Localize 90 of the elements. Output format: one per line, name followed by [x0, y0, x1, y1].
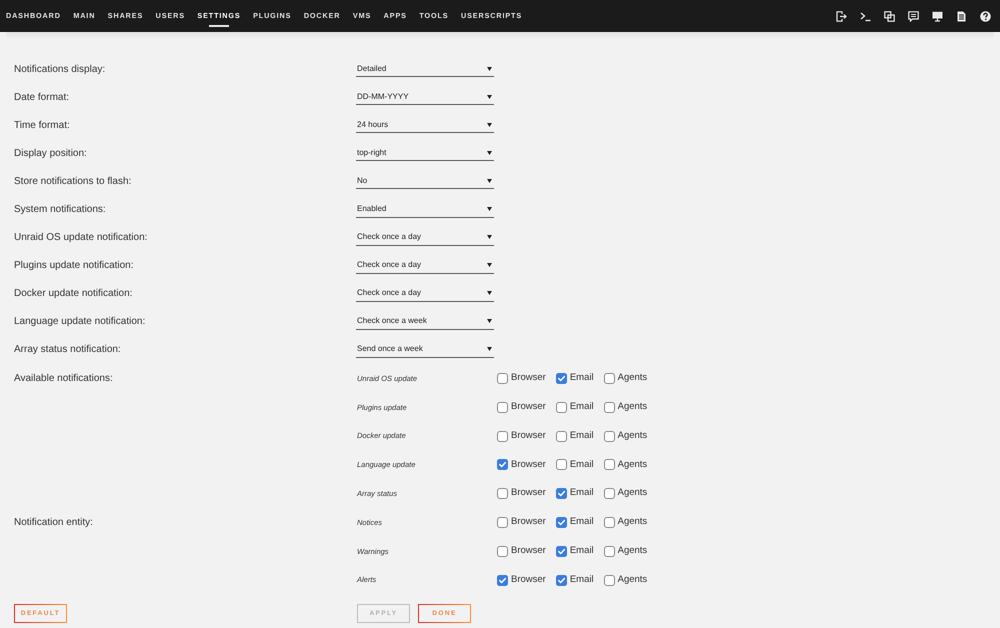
caret-icon — [487, 66, 492, 71]
select-dropdown[interactable]: No — [356, 173, 494, 190]
option-label: Browser — [511, 458, 546, 472]
setting-label: Language update notification: — [14, 315, 146, 330]
option-label: Agents — [618, 400, 648, 414]
terminal-icon[interactable] — [860, 10, 871, 22]
caret-icon — [487, 207, 492, 212]
checkbox[interactable] — [497, 430, 508, 442]
option-label: Agents — [618, 515, 648, 530]
checkbox[interactable] — [604, 459, 615, 470]
checkbox[interactable] — [604, 574, 615, 586]
select-dropdown[interactable]: 24 hours — [356, 117, 494, 134]
select-dropdown[interactable]: top-right — [356, 145, 494, 162]
setting-label: Display position: — [14, 146, 88, 161]
option-label: Browser — [511, 486, 546, 500]
section-label: Available notifications: — [14, 372, 113, 386]
select-dropdown[interactable]: Check once a day — [356, 230, 494, 246]
caret-icon — [487, 94, 492, 99]
setting-label: Unraid OS update notification: — [14, 231, 148, 246]
help-icon[interactable] — [980, 10, 991, 22]
checkbox[interactable] — [497, 488, 508, 500]
checkbox[interactable] — [556, 488, 567, 500]
checkbox[interactable] — [604, 546, 615, 557]
option-label: Browser — [511, 544, 546, 558]
option-label: Browser — [511, 400, 546, 414]
option-label: Email — [570, 400, 594, 414]
option-label: Agents — [618, 428, 648, 443]
select-dropdown[interactable]: DD-MM-YYYY — [356, 89, 494, 106]
caret-icon — [487, 122, 492, 127]
checkbox[interactable] — [497, 402, 508, 413]
select-dropdown[interactable]: Check once a day — [356, 286, 494, 302]
select-dropdown[interactable]: Check once a day — [356, 258, 494, 274]
checkbox[interactable] — [497, 459, 508, 470]
caret-icon — [487, 235, 492, 240]
setting-label: Time format: — [14, 118, 71, 133]
setting-label: Notifications display: — [14, 62, 106, 77]
option-label: Agents — [618, 371, 648, 386]
option-label: Agents — [618, 544, 648, 558]
option-label: Email — [570, 544, 594, 558]
select-dropdown[interactable]: Send once a week — [356, 342, 494, 358]
checkbox[interactable] — [556, 430, 567, 442]
checkbox[interactable] — [604, 488, 615, 500]
monitor-icon[interactable] — [932, 10, 943, 22]
caret-icon — [487, 291, 492, 296]
checkbox[interactable] — [497, 574, 508, 586]
option-label: Email — [570, 371, 594, 386]
option-label: Agents — [618, 458, 648, 472]
document-icon[interactable] — [956, 10, 967, 22]
checkbox[interactable] — [497, 372, 508, 384]
setting-label: Date format: — [14, 90, 70, 105]
caret-icon — [487, 347, 492, 352]
checkbox[interactable] — [556, 459, 567, 470]
caret-icon — [487, 263, 492, 268]
setting-label: Array status notification: — [14, 343, 122, 358]
select-dropdown[interactable]: Detailed — [356, 61, 494, 78]
checkbox[interactable] — [604, 430, 615, 442]
option-label: Browser — [511, 371, 546, 386]
option-label: Browser — [511, 515, 546, 530]
option-label: Email — [570, 428, 594, 443]
checkbox[interactable] — [497, 516, 508, 528]
option-label: Browser — [511, 572, 546, 587]
checkbox[interactable] — [604, 372, 615, 384]
option-label: Email — [570, 572, 594, 587]
option-label: Agents — [618, 572, 648, 587]
section-label: Notification entity: — [14, 516, 93, 530]
message-icon[interactable] — [908, 10, 919, 22]
setting-label: System notifications: — [14, 203, 107, 218]
caret-icon — [487, 150, 492, 155]
setting-label: Docker update notification: — [14, 287, 134, 302]
setting-label: Store notifications to flash: — [14, 174, 132, 189]
checkbox[interactable] — [604, 516, 615, 528]
checkbox[interactable] — [556, 516, 567, 528]
copy-icon[interactable] — [884, 10, 895, 22]
checkbox[interactable] — [604, 402, 615, 413]
select-dropdown[interactable]: Enabled — [356, 202, 494, 218]
checkbox[interactable] — [556, 546, 567, 557]
option-label: Browser — [511, 428, 546, 443]
option-label: Email — [570, 486, 594, 500]
logout-icon[interactable] — [836, 10, 847, 22]
checkbox[interactable] — [556, 372, 567, 384]
option-label: Agents — [618, 486, 648, 500]
option-label: Email — [570, 515, 594, 530]
checkbox[interactable] — [497, 546, 508, 557]
checkbox[interactable] — [556, 574, 567, 586]
caret-icon — [487, 319, 492, 324]
option-label: Email — [570, 458, 594, 472]
setting-label: Plugins update notification: — [14, 259, 135, 274]
checkbox[interactable] — [556, 402, 567, 413]
select-dropdown[interactable]: Check once a week — [356, 314, 494, 330]
caret-icon — [487, 178, 492, 183]
